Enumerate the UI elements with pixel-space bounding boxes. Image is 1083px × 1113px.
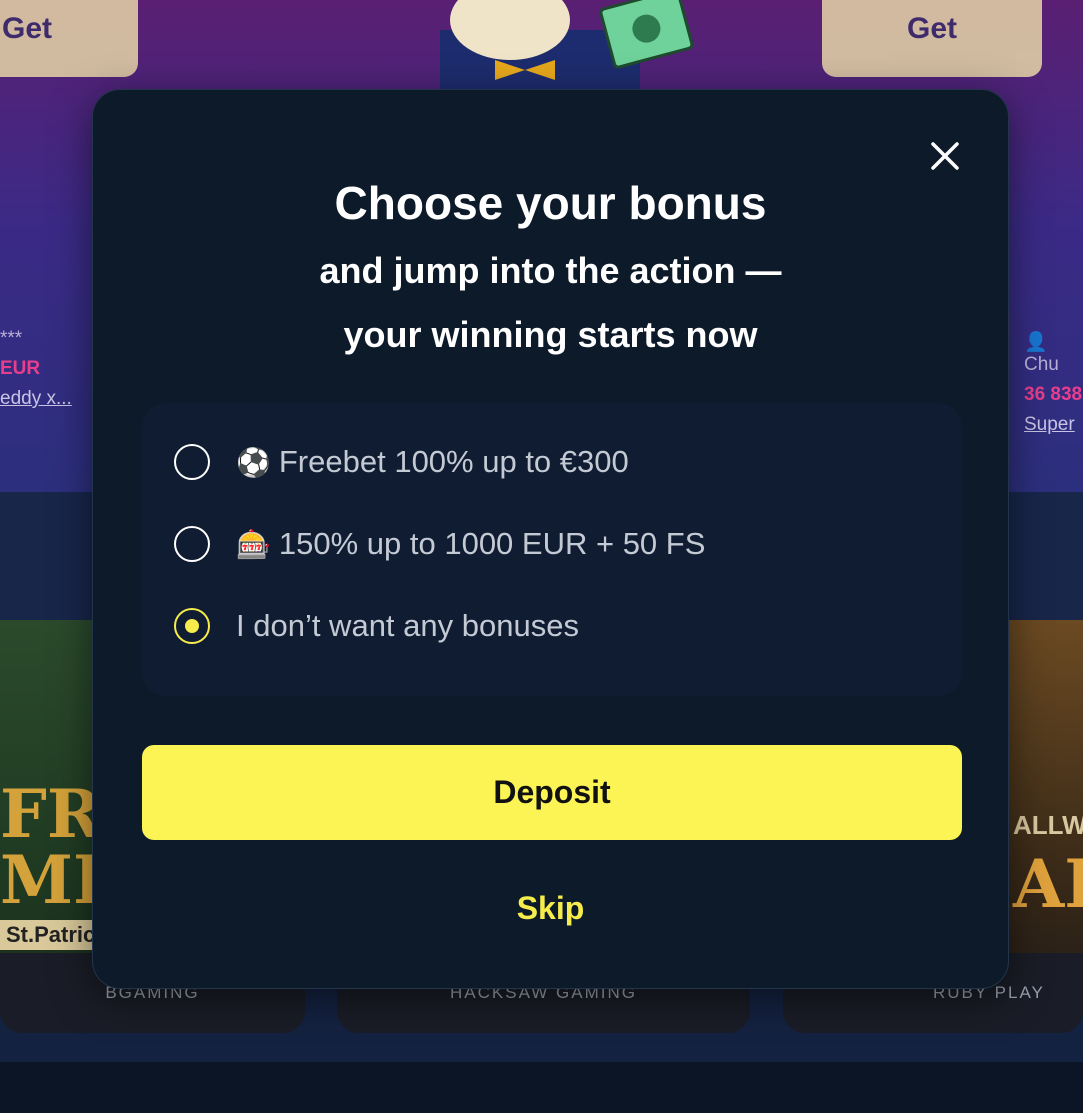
radio-button-selected[interactable] [174, 608, 210, 644]
modal-subtitle-line1: and jump into the action — [319, 250, 782, 291]
get-button-label: Get [2, 11, 53, 45]
winner-amount: EUR [0, 358, 41, 379]
radio-button[interactable] [174, 526, 210, 562]
bonus-modal: Choose your bonus and jump into the acti… [92, 89, 1009, 989]
game-art-top: ALLWAY [1013, 810, 1083, 840]
radio-dot [185, 619, 199, 633]
game-art-subtitle: St.Patric [0, 920, 102, 950]
bonus-option-label: I don’t want any bonuses [236, 608, 579, 643]
bonus-option-freebet[interactable]: ⚽ Freebet 100% up to €300 [174, 442, 629, 482]
winner-amount: 36 838 [1024, 384, 1083, 405]
bonus-option-casino[interactable]: 🎰 150% up to 1000 EUR + 50 FS [174, 524, 705, 564]
close-icon[interactable] [923, 134, 967, 178]
bonus-options-panel: ⚽ Freebet 100% up to €300 🎰 150% up to 1… [142, 403, 962, 696]
bonus-option-none[interactable]: I don’t want any bonuses [174, 606, 579, 646]
winner-entry-left: *** EUR eddy x... [0, 328, 72, 410]
get-bonus-button-right[interactable]: Get [822, 0, 1042, 77]
winner-name: 👤 Chu [1024, 332, 1059, 375]
bonus-option-label: Freebet 100% up to €300 [278, 444, 629, 479]
bonus-option-label: 150% up to 1000 EUR + 50 FS [278, 526, 706, 561]
winner-name: *** [0, 328, 23, 349]
winner-game-link[interactable]: eddy x... [0, 388, 72, 410]
slot-machine-icon: 🎰 [236, 528, 271, 560]
winner-entry-right: 👤 Chu 36 838 Super [1024, 330, 1083, 436]
get-button-label: Get [906, 11, 957, 45]
mascot-illustration [440, 0, 694, 90]
skip-link[interactable]: Skip [93, 890, 1008, 927]
radio-button[interactable] [174, 444, 210, 480]
deposit-button[interactable]: Deposit [142, 745, 962, 840]
get-bonus-button-left[interactable]: Get [0, 0, 138, 77]
user-icon: 👤 [1024, 332, 1048, 353]
game-art-title: AI [1013, 845, 1083, 923]
modal-subtitle-line2: your winning starts now [343, 314, 758, 355]
winner-game-link[interactable]: Super [1024, 414, 1083, 436]
page-footer-strip [0, 1062, 1083, 1113]
modal-title: Choose your bonus [334, 177, 767, 229]
soccer-ball-icon: ⚽ [236, 446, 271, 478]
